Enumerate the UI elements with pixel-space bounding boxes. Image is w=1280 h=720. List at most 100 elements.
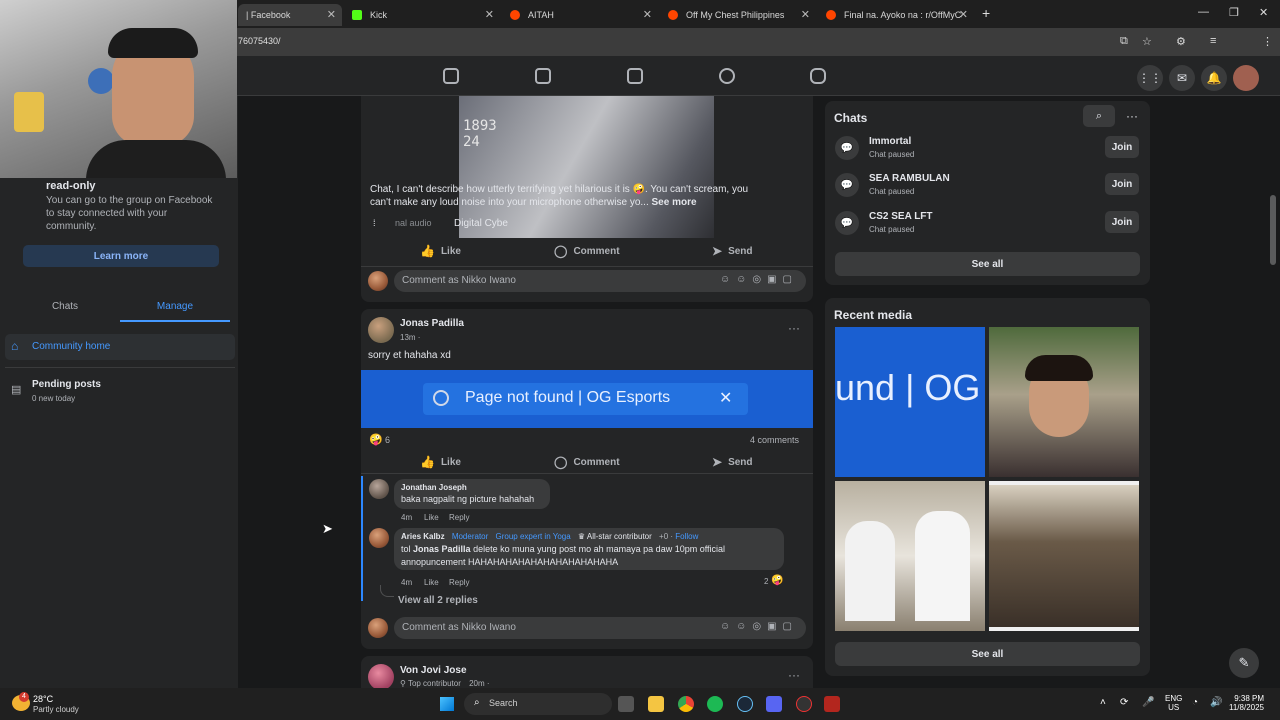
new-tab-icon[interactable]: + <box>982 5 990 21</box>
post-image[interactable]: Page not found | OG Esports ✕ <box>361 370 813 428</box>
more-options-icon[interactable]: ··· <box>1120 105 1144 127</box>
comment-input[interactable]: Comment as Nikko Iwano ☺☺◎▣▢ <box>394 270 806 292</box>
see-all-chats-button[interactable]: See all <box>835 252 1140 276</box>
groups-icon[interactable] <box>719 68 735 84</box>
minimize-icon[interactable]: — <box>1198 6 1209 18</box>
media-thumbnail[interactable] <box>989 327 1139 477</box>
comments-count[interactable]: 4 comments <box>750 435 799 445</box>
volume-icon[interactable]: 🔊 <box>1210 697 1222 708</box>
tab-offmychest[interactable]: Off My Chest Philippines ✕ <box>660 4 816 26</box>
reaction-icon[interactable]: 🤪 <box>369 433 383 446</box>
chat-name[interactable]: CS2 SEA LFT <box>869 211 933 222</box>
chevron-up-icon[interactable]: ˄ <box>1100 697 1106 708</box>
media-thumbnail[interactable]: und | OG <box>835 327 985 477</box>
comment-time[interactable]: 4m <box>401 513 412 522</box>
post-time[interactable]: 20m · <box>469 679 489 688</box>
close-tab-icon[interactable]: ✕ <box>801 8 810 21</box>
audio-label[interactable]: nal audio <box>395 218 432 228</box>
messenger-icon[interactable]: ✉ <box>1169 65 1195 91</box>
author-name[interactable]: Jonas Padilla <box>400 318 464 329</box>
join-button[interactable]: Join <box>1105 136 1139 158</box>
language-indicator[interactable]: ENG US <box>1165 694 1182 712</box>
spotify-icon[interactable] <box>707 696 723 712</box>
wifi-icon[interactable]: ◔ <box>1192 697 1198 708</box>
notifications-icon[interactable]: 🔔 <box>1201 65 1227 91</box>
menu-icon[interactable]: ⋮ <box>1262 35 1273 48</box>
comment-tools-icons[interactable]: ☺☺◎▣▢ <box>720 274 798 285</box>
comment-reaction-count[interactable]: 2 <box>764 577 768 586</box>
comment-tools-icons[interactable]: ☺☺◎▣▢ <box>720 621 798 632</box>
install-icon[interactable]: ⧉ <box>1120 35 1128 48</box>
tab-manage[interactable]: Manage <box>120 301 230 312</box>
tab-chats[interactable]: Chats <box>10 301 120 312</box>
close-tab-icon[interactable]: ✕ <box>485 8 494 21</box>
scrollbar-thumb[interactable] <box>1270 195 1276 265</box>
close-tab-icon[interactable]: ✕ <box>327 8 336 21</box>
join-button[interactable]: Join <box>1105 211 1139 233</box>
comment-button[interactable]: ◯ Comment <box>554 244 620 258</box>
task-view-icon[interactable] <box>618 696 634 712</box>
commenter-avatar[interactable] <box>369 479 389 499</box>
tab-facebook[interactable]: | Facebook ✕ <box>238 4 342 26</box>
restore-icon[interactable]: ❐ <box>1229 6 1239 19</box>
weather-temp[interactable]: 28°C <box>33 694 53 704</box>
mention-link[interactable]: Jonas Padilla <box>413 544 471 554</box>
tab-final[interactable]: Final na. Ayoko na : r/OffMyChe ✕ <box>818 4 974 26</box>
author-name[interactable]: Von Jovi Jose <box>400 665 467 676</box>
comment-like[interactable]: Like <box>424 513 439 522</box>
mic-icon[interactable]: 🎤 <box>1142 697 1154 708</box>
author-avatar[interactable] <box>368 664 394 690</box>
send-button[interactable]: ➤ Send <box>712 455 753 469</box>
like-button[interactable]: 👍 Like <box>420 455 461 469</box>
media-thumbnail[interactable] <box>989 481 1139 631</box>
close-tab-icon[interactable]: ✕ <box>643 8 652 21</box>
media-thumbnail[interactable] <box>835 481 985 631</box>
search-icon[interactable]: ⌕ <box>1083 105 1115 127</box>
community-home-item[interactable]: ⌂ Community home <box>5 334 235 360</box>
like-button[interactable]: 👍 Like <box>420 244 461 258</box>
follow-link[interactable]: Follow <box>675 532 698 541</box>
comment-reply[interactable]: Reply <box>449 578 469 587</box>
reaction-count[interactable]: 6 <box>385 435 390 445</box>
chrome-icon[interactable] <box>678 696 694 712</box>
windows-start-icon[interactable] <box>440 697 454 711</box>
comment-author[interactable]: Aries Kalbz <box>401 532 445 541</box>
learn-more-button[interactable]: Learn more <box>23 245 219 267</box>
network-icon[interactable]: ⟳ <box>1120 697 1128 708</box>
reading-list-icon[interactable]: ≡ <box>1210 35 1216 47</box>
bookmark-star-icon[interactable]: ☆ <box>1142 35 1152 48</box>
obs-icon[interactable] <box>796 696 812 712</box>
more-options-icon[interactable]: ··· <box>788 668 800 682</box>
extensions-icon[interactable]: ⚙ <box>1176 35 1186 48</box>
compose-icon[interactable]: ✎ <box>1229 648 1259 678</box>
weather-desc[interactable]: Partly cloudy <box>33 705 79 714</box>
marketplace-icon[interactable] <box>627 68 643 84</box>
join-button[interactable]: Join <box>1105 173 1139 195</box>
see-more-link[interactable]: See more <box>652 197 697 208</box>
taskbar-search[interactable]: ⌕ Search <box>464 693 612 715</box>
view-replies-link[interactable]: View all 2 replies <box>398 595 478 606</box>
chat-name[interactable]: SEA RAMBULAN <box>869 173 950 184</box>
url-text[interactable]: 76075430/ <box>238 36 281 46</box>
commenter-avatar[interactable] <box>369 528 389 548</box>
comment-time[interactable]: 4m <box>401 578 412 587</box>
clock[interactable]: 9:38 PM 11/8/2025 <box>1228 694 1264 712</box>
close-tab-icon[interactable]: ✕ <box>959 8 968 21</box>
send-button[interactable]: ➤ Send <box>712 244 753 258</box>
comment-author[interactable]: Jonathan Joseph <box>401 483 467 492</box>
steam-icon[interactable] <box>737 696 753 712</box>
pending-posts-item[interactable]: ▤ Pending posts 0 new today <box>5 376 235 406</box>
video-icon[interactable] <box>535 68 551 84</box>
comment-input[interactable]: Comment as Nikko Iwano ☺☺◎▣▢ <box>394 617 806 639</box>
see-all-media-button[interactable]: See all <box>835 642 1140 666</box>
audio-artist[interactable]: Digital Cybe <box>454 218 508 229</box>
avatar[interactable] <box>368 618 388 638</box>
discord-icon[interactable] <box>766 696 782 712</box>
home-icon[interactable] <box>443 68 459 84</box>
tab-kick[interactable]: Kick ✕ <box>344 4 500 26</box>
menu-grid-icon[interactable]: ⋮⋮ <box>1137 65 1163 91</box>
chat-name[interactable]: Immortal <box>869 136 911 147</box>
close-window-icon[interactable]: ✕ <box>1259 6 1268 19</box>
post-time[interactable]: 13m · <box>400 333 420 342</box>
tab-aitah[interactable]: AITAH ✕ <box>502 4 658 26</box>
